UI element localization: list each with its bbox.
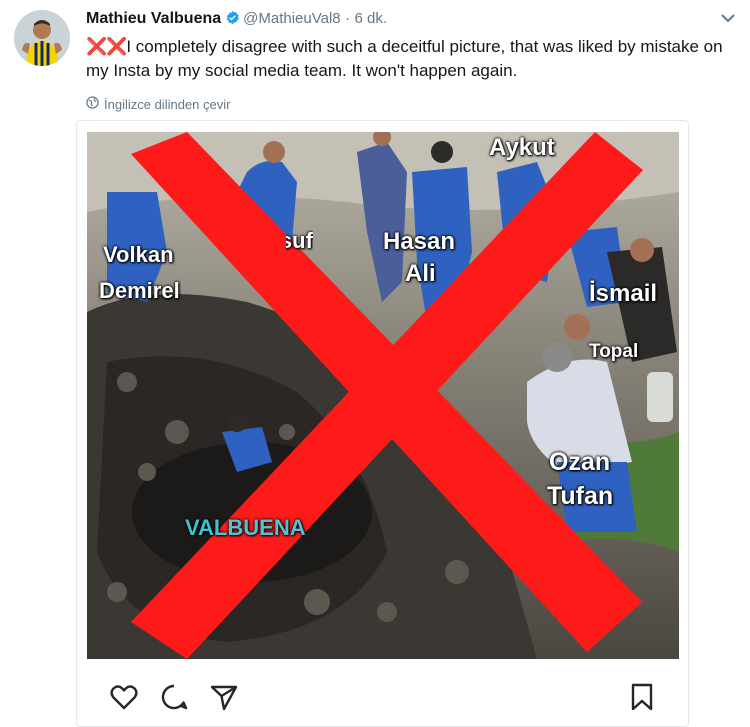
avatar[interactable] bbox=[14, 10, 70, 66]
speech-bubble-icon[interactable] bbox=[159, 682, 189, 712]
tweet-timestamp[interactable]: 6 dk. bbox=[355, 10, 388, 27]
author-handle[interactable]: @MathieuVal8 bbox=[243, 10, 341, 27]
tweet-text: ❌❌I completely disagree with such a dece… bbox=[86, 35, 726, 83]
label-aykut: Aykut bbox=[489, 134, 555, 161]
verified-badge-icon bbox=[225, 10, 240, 25]
label-demirel: Demirel bbox=[99, 278, 180, 303]
tweet-body: I completely disagree with such a deceit… bbox=[86, 37, 723, 80]
label-tufan: Tufan bbox=[547, 482, 614, 510]
translate-label[interactable]: İngilizce dilinden çevir bbox=[104, 97, 230, 112]
label-ali: Ali bbox=[405, 260, 436, 287]
paper-plane-icon[interactable] bbox=[209, 682, 239, 712]
translate-link[interactable]: İngilizce dilinden çevir bbox=[86, 96, 230, 112]
cross-mark-emoji: ❌❌ bbox=[86, 37, 127, 56]
separator-dot: · bbox=[345, 10, 351, 27]
embedded-photo[interactable]: Aykut Volkan Demirel Yusuf Hasan Ali İsm… bbox=[87, 132, 679, 659]
label-volkan: Volkan bbox=[103, 242, 174, 267]
heart-icon[interactable] bbox=[109, 682, 139, 712]
label-valbuena: VALBUENA bbox=[185, 515, 306, 540]
tweet-header: Mathieu Valbuena @MathieuVal8 · 6 dk. bbox=[86, 9, 387, 29]
label-topal: Topal bbox=[589, 341, 639, 362]
chevron-down-icon[interactable] bbox=[719, 10, 737, 26]
label-ozan: Ozan bbox=[549, 448, 611, 476]
action-bar bbox=[87, 668, 679, 724]
label-ismail: İsmail bbox=[589, 280, 658, 307]
author-name[interactable]: Mathieu Valbuena bbox=[86, 10, 221, 27]
photo-scene bbox=[87, 132, 679, 659]
globe-icon bbox=[86, 96, 99, 112]
bookmark-icon[interactable] bbox=[627, 682, 657, 712]
label-hasan: Hasan bbox=[383, 228, 456, 255]
